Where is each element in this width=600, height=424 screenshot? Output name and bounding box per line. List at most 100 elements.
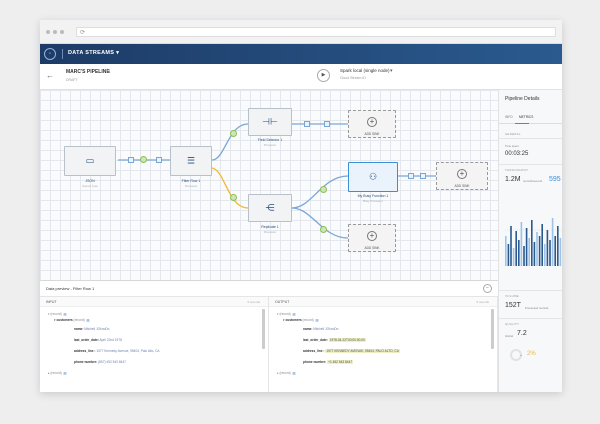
throughput-bar bbox=[536, 232, 538, 266]
input-row-3: phone number: (857) 452 543 8447 bbox=[74, 360, 126, 364]
node-replicate[interactable]: ⋲ bbox=[248, 194, 292, 222]
quality-ring bbox=[510, 349, 522, 361]
output-scrollbar[interactable] bbox=[491, 309, 494, 349]
output-pane-header: OUTPUT 5 records bbox=[269, 297, 497, 307]
throughput-bar bbox=[505, 236, 507, 266]
link-filter-replicate[interactable] bbox=[211, 167, 249, 209]
replicate-icon: ⋲ bbox=[265, 202, 275, 213]
input-pane-header: INPUT 5 records bbox=[40, 297, 268, 307]
app-logo-icon[interactable]: ◦ bbox=[44, 48, 56, 60]
node-replicate-sub: Processor bbox=[263, 230, 277, 234]
panel-title: Pipeline Details bbox=[505, 96, 540, 102]
port-output[interactable] bbox=[408, 173, 414, 179]
input-title: INPUT bbox=[46, 300, 57, 304]
node-source[interactable]: ▭ bbox=[64, 146, 116, 176]
window-maximize-dot[interactable] bbox=[60, 30, 64, 34]
record-badge: {} bbox=[62, 372, 68, 375]
port-output[interactable] bbox=[128, 157, 134, 163]
output-row-3: phone number: +1 452 543 8447 bbox=[303, 360, 354, 364]
record-badge: {} bbox=[291, 372, 297, 375]
edge-indicator[interactable] bbox=[140, 156, 147, 163]
engine-selector[interactable]: Spark local (single node) bbox=[340, 68, 390, 73]
customers-badge: {} bbox=[314, 319, 320, 322]
volume-unit: Processed records bbox=[525, 306, 549, 310]
port-input[interactable] bbox=[324, 121, 330, 127]
add-sink-button-3[interactable]: + ADD SINK bbox=[348, 224, 396, 252]
time-label: Time spent bbox=[505, 144, 519, 148]
customers-row[interactable]: ▾ customers (record) {} bbox=[283, 318, 320, 322]
reload-icon[interactable]: ⟳ bbox=[80, 29, 85, 36]
throughput-bar bbox=[518, 240, 520, 266]
input-scrollbar[interactable] bbox=[262, 309, 265, 349]
customers-type: (record) bbox=[73, 318, 85, 322]
throughput-label: THROUGHPUT bbox=[505, 168, 529, 172]
volume-value: 152T bbox=[505, 302, 521, 309]
input-count: 5 records bbox=[247, 300, 260, 304]
window-close-dot[interactable] bbox=[46, 30, 50, 34]
input-row-1: last_order_date: April 22nd 1978 bbox=[74, 338, 122, 342]
pipeline-name: MARC'S PIPELINE bbox=[66, 69, 110, 75]
throughput-bar bbox=[557, 226, 559, 266]
node-replicate-label: Replicate 1 bbox=[261, 225, 279, 229]
divider bbox=[499, 290, 562, 291]
collapse-button[interactable]: − bbox=[483, 284, 492, 293]
input-row-0: name: Mitchell JOhnoDn bbox=[74, 327, 110, 331]
window-minimize-dot[interactable] bbox=[53, 30, 57, 34]
run-button[interactable]: ▶ bbox=[317, 69, 330, 82]
tab-info[interactable]: INFO bbox=[505, 115, 513, 119]
record-row[interactable]: ▸ (record) {} bbox=[277, 371, 297, 375]
link-replicate-function[interactable] bbox=[291, 175, 349, 209]
pipeline-canvas[interactable]: ▭ JSON Source Type ☰ Filter Row 1 Proces… bbox=[40, 90, 498, 280]
output-row-1: last_order_date: 1978-04-22T00:00:00.00 bbox=[303, 338, 366, 342]
node-field-selector[interactable]: ⊣⊢ bbox=[248, 108, 292, 136]
quality-pct: 2% bbox=[527, 351, 536, 357]
back-arrow-icon[interactable]: ← bbox=[46, 71, 54, 80]
node-busy-function[interactable]: ⚇ bbox=[348, 162, 398, 192]
add-sink-button-1[interactable]: + ADD SINK bbox=[348, 110, 396, 138]
port-output[interactable] bbox=[304, 121, 310, 127]
node-field-selector-sub: Processor bbox=[263, 143, 277, 147]
throughput-bar bbox=[551, 218, 554, 266]
customers-badge: {} bbox=[85, 319, 91, 322]
record-row[interactable]: ▾ (record) {} bbox=[277, 312, 297, 316]
pencil-icon[interactable]: ✎ bbox=[106, 68, 111, 75]
link-filter-fieldselector[interactable] bbox=[211, 123, 249, 161]
quality-value: 7.2 bbox=[517, 330, 527, 337]
node-filter-sub: Processor bbox=[184, 184, 198, 188]
output-row-0: name: Mitchell JOhnoDn bbox=[303, 327, 339, 331]
throughput-bar bbox=[544, 244, 546, 266]
address-bar[interactable]: ⟳ bbox=[76, 27, 556, 37]
record-label: (record) bbox=[50, 371, 62, 375]
divider bbox=[499, 164, 562, 165]
tab-metrics[interactable]: METRICS bbox=[519, 115, 533, 119]
node-function-label: My Busy Function 1 bbox=[357, 194, 389, 198]
quality-global: Global bbox=[505, 334, 514, 338]
quality-label: QUALITY bbox=[505, 322, 520, 326]
engine-chevron-down-icon[interactable]: ▾ bbox=[390, 68, 393, 74]
json-source-icon: ▭ bbox=[85, 155, 95, 166]
record-row[interactable]: ▾ (record) {} bbox=[48, 312, 68, 316]
throughput-peak: 595 bbox=[549, 176, 561, 183]
app-title-menu[interactable]: DATA STREAMS ▾ bbox=[68, 50, 119, 56]
plus-circle-icon: + bbox=[457, 169, 467, 179]
node-filter[interactable]: ☰ bbox=[170, 146, 212, 176]
volume-label: VOLUME bbox=[505, 294, 519, 298]
port-input[interactable] bbox=[420, 173, 426, 179]
output-title: OUTPUT bbox=[275, 300, 290, 304]
throughput-unit: records/second bbox=[523, 179, 543, 183]
throughput-bar bbox=[507, 244, 510, 266]
ring-track bbox=[510, 349, 522, 361]
add-sink-button-2[interactable]: + ADD SINK bbox=[436, 162, 488, 190]
customers-row[interactable]: ▾ customers (record) {} bbox=[54, 318, 91, 322]
record-row[interactable]: ▸ (record) {} bbox=[48, 371, 68, 375]
edge-indicator[interactable] bbox=[230, 130, 237, 137]
edge-indicator[interactable] bbox=[320, 186, 327, 193]
edge-indicator[interactable] bbox=[230, 194, 237, 201]
port-input[interactable] bbox=[156, 157, 162, 163]
throughput-bar bbox=[546, 230, 549, 266]
record-badge: {} bbox=[291, 313, 297, 316]
divider bbox=[499, 138, 562, 139]
edge-indicator[interactable] bbox=[320, 226, 327, 233]
throughput-bar bbox=[523, 246, 525, 266]
add-sink-label: ADD SINK bbox=[364, 246, 380, 250]
